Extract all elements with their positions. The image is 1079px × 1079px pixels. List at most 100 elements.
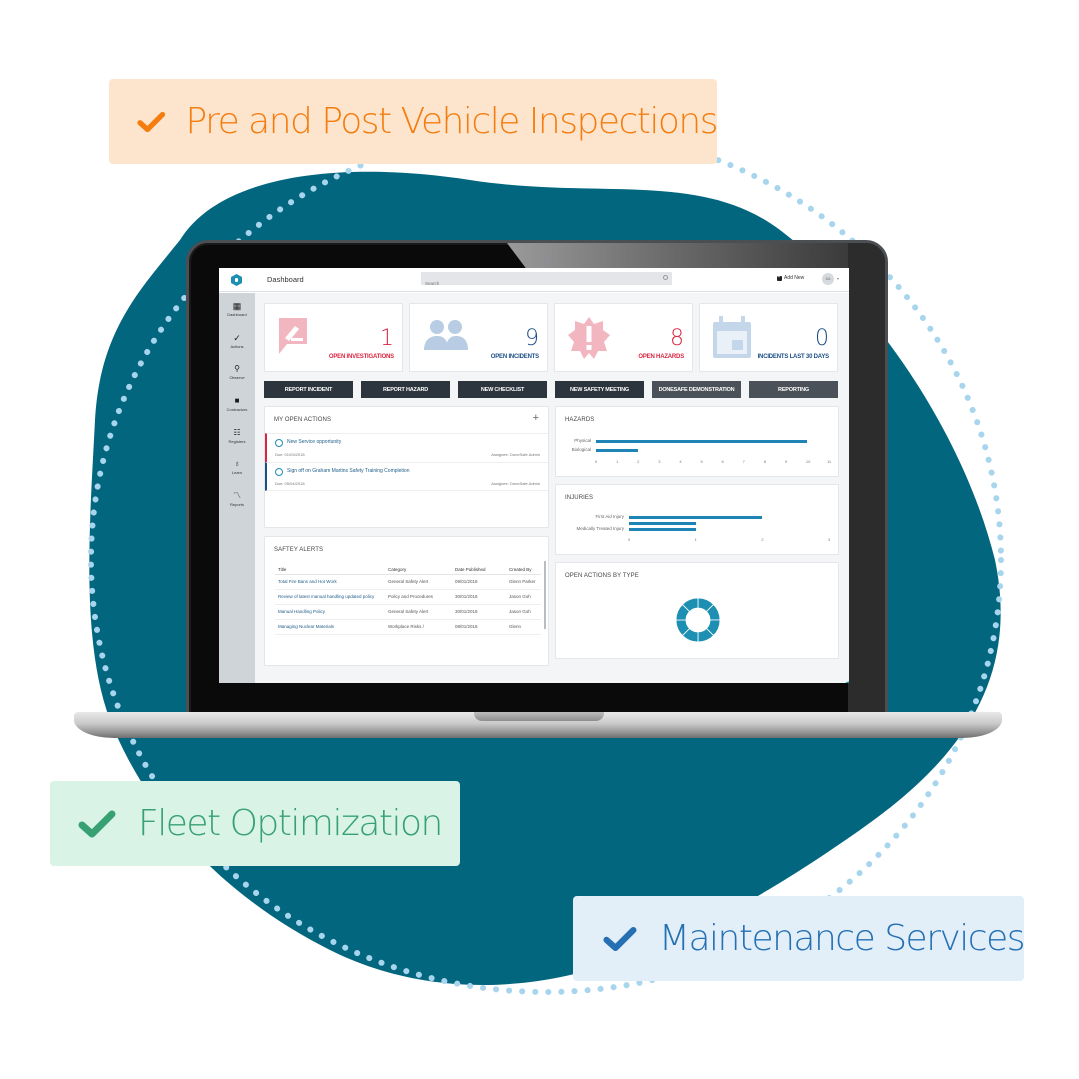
bar[interactable] <box>629 522 696 525</box>
table-row[interactable]: Review of latest manual handling updated… <box>275 589 541 605</box>
sidebar-item-actions[interactable]: ✓ Actions <box>219 333 255 349</box>
app-logo-icon[interactable] <box>231 274 242 286</box>
stat-label: OPEN INCIDENTS <box>490 354 539 360</box>
feature-badge-inspections: Pre and Post Vehicle Inspections <box>109 79 718 164</box>
safety-alerts-panel: SAFTEY ALERTS Title Category Date Publis… <box>264 536 549 666</box>
stat-card-incidents[interactable]: 9 OPEN INCIDENTS <box>409 303 548 372</box>
axis-tick-label: 4 <box>679 459 682 464</box>
check-icon <box>603 926 637 951</box>
bar[interactable] <box>629 516 763 519</box>
bar[interactable] <box>629 528 696 531</box>
page-title: Dashboard <box>267 275 304 284</box>
chevron-down-icon[interactable]: ▾ <box>837 276 839 281</box>
panel-title: HAZARDS <box>565 417 595 423</box>
alert-date: 30/01/2018 <box>452 589 506 605</box>
camera-icon <box>543 256 551 264</box>
axis-tick-label: 10 <box>805 459 811 464</box>
sidebar-item-label: Learn <box>231 470 243 475</box>
stat-card-investigations[interactable]: 1 OPEN INVESTIGATIONS <box>264 303 403 372</box>
action-item[interactable]: New Service opportunity Due: 01/03/2018 … <box>265 433 548 462</box>
status-circle-icon[interactable] <box>275 468 283 476</box>
column-header[interactable]: Date Published <box>452 565 506 575</box>
action-title[interactable]: Sign off on Graham Martins Safety Traini… <box>287 468 409 474</box>
bar[interactable] <box>596 449 639 452</box>
avatar[interactable]: DA <box>822 273 834 285</box>
alert-category: General Safety Alert <box>385 604 452 620</box>
sidebar-item-learn[interactable]: ♁ Learn <box>219 459 255 475</box>
action-due: Due: 01/03/2018 <box>275 452 305 457</box>
laptop-notch <box>474 712 604 721</box>
sidebar-item-label: Dashboard <box>227 312 247 317</box>
report-hazard-button[interactable]: REPORT HAZARD <box>361 381 450 398</box>
axis-tick-label: 7 <box>742 459 745 464</box>
axis-tick-label: 0 <box>595 459 598 464</box>
sidebar-item-contractors[interactable]: ■ Contractors <box>219 396 255 412</box>
stat-value: 1 <box>380 326 394 351</box>
stat-value: 8 <box>670 326 684 351</box>
add-action-button[interactable]: + <box>533 412 539 424</box>
safety-alerts-table: Title Category Date Published Created By… <box>275 565 541 635</box>
trend-icon: 〽 <box>233 491 241 500</box>
status-circle-icon[interactable] <box>275 439 283 447</box>
report-incident-button[interactable]: REPORT INCIDENT <box>264 381 353 398</box>
panel-title: MY OPEN ACTIONS <box>274 417 332 423</box>
donut-chart <box>675 597 721 643</box>
sidebar-item-registers[interactable]: ☷ Registers <box>219 428 255 444</box>
sidebar-item-label: Observe <box>229 375 245 380</box>
alert-title-link[interactable]: Total Fire Bans and Hot Work <box>275 574 385 590</box>
feature-badge-maintenance: Maintenance Services <box>573 896 1026 981</box>
search-input[interactable] <box>421 277 641 290</box>
check-icon <box>78 810 116 837</box>
new-checklist-button[interactable]: NEW CHECKLIST <box>458 381 547 398</box>
app-screen: Dashboard Add New DA ▾ ▦ Dashboard ✓ Act… <box>219 268 849 683</box>
chat-button[interactable] <box>841 681 849 683</box>
panel-title: INJURIES <box>565 495 594 501</box>
panel-title: SAFTEY ALERTS <box>274 547 324 553</box>
action-assignee: Assignee: DoneSafe Admin <box>491 452 540 457</box>
sidebar-item-observe[interactable]: ⚲ Observe <box>219 364 255 380</box>
table-row[interactable]: Managing Nuclear Materials Workplace Ris… <box>275 619 541 635</box>
sidebar-item-dashboard[interactable]: ▦ Dashboard <box>219 301 255 317</box>
stat-card-hazards[interactable]: 8 OPEN HAZARDS <box>554 303 693 372</box>
feature-badge-label: Fleet Optimization <box>138 803 443 844</box>
alert-title-link[interactable]: Review of latest manual handling updated… <box>275 589 385 605</box>
alert-title-link[interactable]: Managing Nuclear Materials <box>275 619 385 635</box>
bar-label: First Aid Injury <box>595 514 624 519</box>
column-header[interactable]: Title <box>275 565 385 575</box>
bar[interactable] <box>596 440 807 443</box>
reporting-button[interactable]: REPORTING <box>749 381 838 398</box>
column-header[interactable]: Created By <box>506 565 541 575</box>
table-row[interactable]: Total Fire Bans and Hot Work General Saf… <box>275 574 541 590</box>
sidebar-item-reports[interactable]: 〽 Reports <box>219 491 255 507</box>
action-item[interactable]: Sign off on Graham Martins Safety Traini… <box>265 462 548 491</box>
bar-label: Physical <box>574 438 591 443</box>
injuries-chart-panel: INJURIES First Aid Injury Medically Treat… <box>555 484 839 555</box>
donesafe-demonstration-button[interactable]: DONESAFE DEMONSTRATION <box>652 381 741 398</box>
action-title[interactable]: New Service opportunity <box>287 439 341 445</box>
stat-label: OPEN INVESTIGATIONS <box>328 354 394 360</box>
search-box[interactable] <box>421 272 672 290</box>
my-open-actions-panel: MY OPEN ACTIONS + New Service opportunit… <box>264 406 549 528</box>
alert-category: Workplace Risks / <box>385 619 452 635</box>
stat-label: OPEN HAZARDS <box>638 354 684 360</box>
open-actions-by-type-panel: OPEN ACTIONS BY TYPE <box>555 562 839 659</box>
new-safety-meeting-button[interactable]: NEW SAFETY MEETING <box>555 381 644 398</box>
table-row[interactable]: Manual Handling Policy General Safety Al… <box>275 604 541 620</box>
stat-label: INCIDENTS LAST 30 DAYS <box>757 354 830 360</box>
alert-date: 09/01/2018 <box>452 574 506 590</box>
column-header[interactable]: Category <box>385 565 452 575</box>
axis-tick-label: 3 <box>658 459 661 464</box>
alert-date: 08/01/2018 <box>452 619 506 635</box>
add-new-button[interactable]: Add New <box>777 274 804 281</box>
calendar-icon <box>713 316 751 358</box>
search-icon[interactable] <box>663 275 668 280</box>
stat-value: 0 <box>815 326 829 351</box>
alert-author: Glenn Parker <box>506 574 541 590</box>
sidebar-item-label: Reports <box>229 502 244 507</box>
search-icon: ⚲ <box>234 364 240 373</box>
lightbulb-icon: ♁ <box>234 459 240 468</box>
scrollbar[interactable] <box>544 561 546 629</box>
alert-title-link[interactable]: Manual Handling Policy <box>275 604 385 620</box>
feature-badge-label: Maintenance Services <box>658 918 1026 959</box>
stat-card-recent-incidents[interactable]: 0 INCIDENTS LAST 30 DAYS <box>699 303 838 372</box>
